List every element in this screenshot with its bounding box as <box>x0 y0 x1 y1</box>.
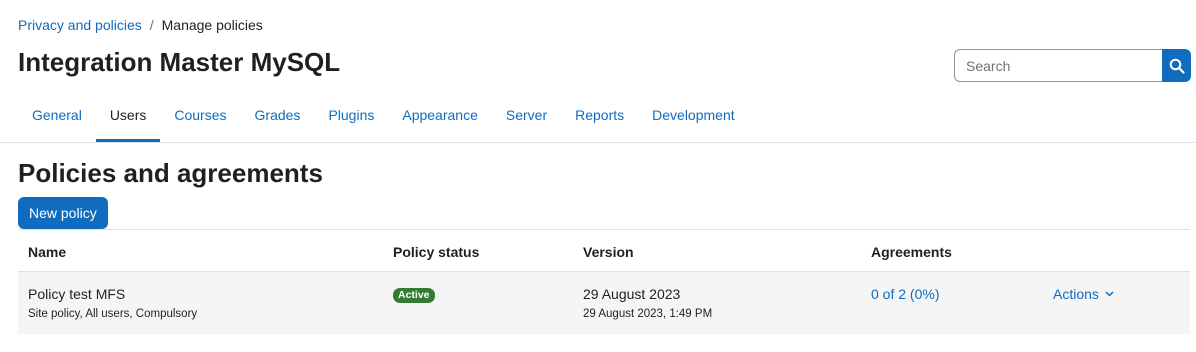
actions-menu[interactable]: Actions <box>1053 286 1114 302</box>
tab-appearance[interactable]: Appearance <box>388 97 492 142</box>
table-row: Policy test MFS Site policy, All users, … <box>18 272 1190 334</box>
new-policy-button[interactable]: New policy <box>18 197 108 229</box>
site-title: Integration Master MySQL <box>18 47 341 77</box>
breadcrumb-current: Manage policies <box>161 17 263 33</box>
header-version: Version <box>583 244 634 260</box>
policy-details: Site policy, All users, Compulsory <box>28 308 198 320</box>
search-button[interactable] <box>1162 49 1191 82</box>
tab-general[interactable]: General <box>18 97 96 142</box>
search-icon <box>1169 58 1185 74</box>
tab-plugins[interactable]: Plugins <box>314 97 388 142</box>
breadcrumb-privacy-link[interactable]: Privacy and policies <box>18 17 142 33</box>
agreements-link[interactable]: 0 of 2 (0%) <box>871 286 939 302</box>
breadcrumb-separator: / <box>149 17 154 33</box>
policy-version: 29 August 2023 <box>583 286 681 302</box>
tab-courses[interactable]: Courses <box>160 97 240 142</box>
policies-table: Name Policy status Version Agreements Po… <box>18 229 1190 334</box>
policy-name: Policy test MFS <box>28 286 126 302</box>
breadcrumb: Privacy and policies / Manage policies <box>18 17 263 33</box>
admin-tabs: General Users Courses Grades Plugins App… <box>18 97 1196 142</box>
header-name: Name <box>28 244 67 260</box>
table-header: Name Policy status Version Agreements <box>18 229 1190 272</box>
tabs-divider <box>0 142 1196 143</box>
tab-users[interactable]: Users <box>95 97 161 142</box>
page-heading: Policies and agreements <box>18 158 323 188</box>
policy-version-time: 29 August 2023, 1:49 PM <box>583 308 713 320</box>
tab-server[interactable]: Server <box>492 97 561 142</box>
tab-grades[interactable]: Grades <box>241 97 315 142</box>
header-policy-status: Policy status <box>393 244 480 260</box>
header-agreements: Agreements <box>871 244 952 260</box>
status-badge: Active <box>393 288 435 303</box>
search-box <box>954 49 1191 82</box>
search-input[interactable] <box>954 49 1162 82</box>
tab-development[interactable]: Development <box>638 97 749 142</box>
tab-reports[interactable]: Reports <box>561 97 638 142</box>
chevron-down-icon <box>1105 291 1114 297</box>
actions-label: Actions <box>1053 286 1099 302</box>
